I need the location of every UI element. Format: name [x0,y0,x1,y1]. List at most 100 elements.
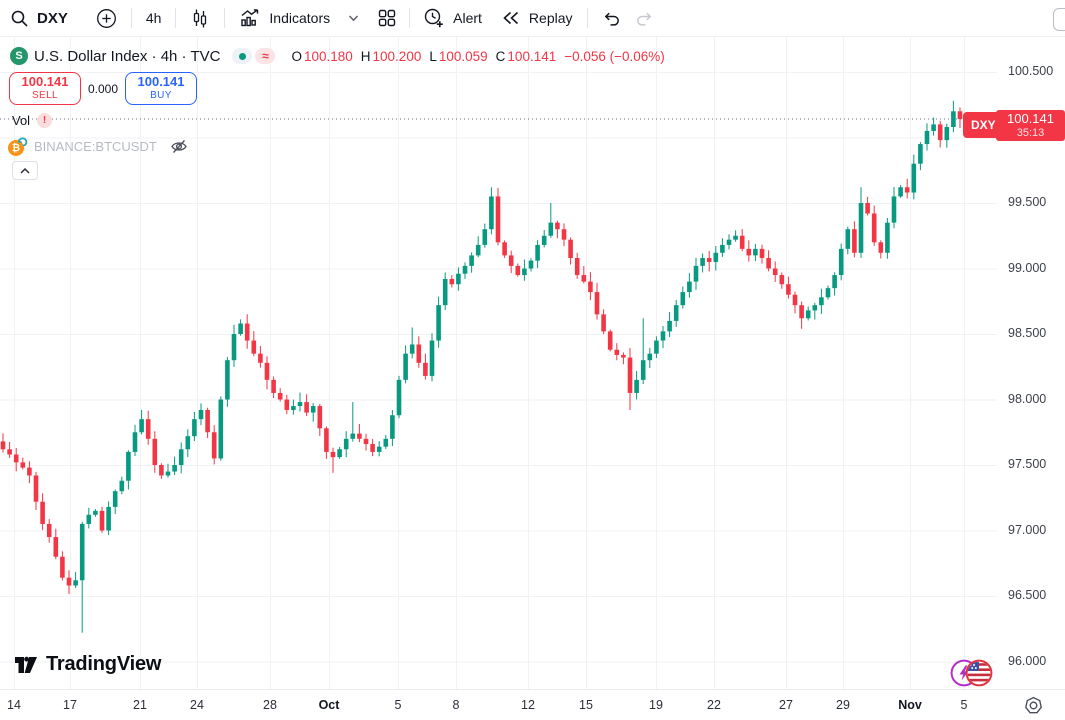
bitcoin-icon: ₿ [8,137,27,156]
alert-clock-icon [422,7,445,29]
volume-study-row[interactable]: Vol ! [12,113,52,128]
alert-label: Alert [453,10,482,26]
open-label: O [291,49,302,64]
compare-arrow-icon [17,135,28,146]
redo-button[interactable] [635,0,654,36]
alert-button[interactable]: Alert [422,0,482,36]
toolbar-divider [131,8,132,28]
time-axis-label: 15 [579,690,593,720]
toolbar-divider [587,8,588,28]
replay-icon [500,8,521,28]
time-axis-label: 29 [836,690,850,720]
change-value: −0.056 (−0.06%) [564,49,665,64]
indicators-icon [239,8,261,28]
last-price-value: 100.141 [1007,112,1054,126]
trade-panel: 100.141 SELL 0.000 100.141 BUY [9,72,197,105]
volume-warning-icon[interactable]: ! [37,113,52,128]
candles-style-icon [190,8,210,29]
price-axis-label: 100.500 [1008,64,1053,78]
volume-label: Vol [12,113,30,128]
hidden-symbol-row[interactable]: ₿ BINANCE:BTCUSDT [8,137,188,156]
symbol-search-button[interactable]: DXY [10,0,68,36]
symbol-name: DXY [37,10,68,27]
symbol-title[interactable]: U.S. Dollar Index · 4h · TVC [34,48,220,65]
high-label: H [361,49,371,64]
market-status-pill[interactable] [232,48,252,64]
close-value: 100.141 [507,49,556,64]
price-axis-label: 97.000 [1008,523,1046,537]
time-axis-label: 21 [133,690,147,720]
sell-label: SELL [32,90,58,102]
price-axis-label: 96.000 [1008,654,1046,668]
collapse-legend-button[interactable] [12,161,38,180]
buy-label: BUY [150,90,172,102]
low-value: 100.059 [439,49,488,64]
add-symbol-button[interactable] [96,0,117,36]
approx-icon: ≈ [262,49,269,63]
price-axis-label: 99.500 [1008,195,1046,209]
last-price-label: 100.141 35:13 [996,110,1065,141]
time-axis-label: Oct [319,690,340,720]
timezone-settings-icon[interactable] [1024,696,1043,715]
toolbar-right-partial-button[interactable] [1053,8,1065,31]
event-markers[interactable] [950,659,994,688]
time-axis-label: 5 [961,690,968,720]
chart-style-button[interactable] [190,0,210,36]
time-axis-label: 22 [707,690,721,720]
tradingview-logo[interactable]: TradingView [13,651,161,677]
time-axis-label: 27 [779,690,793,720]
undo-icon [602,9,621,27]
price-axis-label: 98.000 [1008,392,1046,406]
indicator-templates-button[interactable] [346,0,361,36]
replay-button[interactable]: Replay [500,0,573,36]
chevron-up-icon [19,167,31,175]
indicators-button[interactable]: Indicators [239,0,330,36]
top-toolbar: DXY 4h Indicators [0,0,1065,37]
plus-circle-icon [96,8,117,29]
time-axis-label: 12 [521,690,535,720]
us-flag-event-icon[interactable] [965,659,993,687]
layout-grid-button[interactable] [377,0,397,36]
hidden-symbol-label: BINANCE:BTCUSDT [34,139,157,154]
undo-button[interactable] [602,0,621,36]
time-axis-label: 19 [649,690,663,720]
close-label: C [496,49,506,64]
sell-price: 100.141 [22,75,69,90]
toolbar-divider [175,8,176,28]
low-label: L [429,49,437,64]
market-open-dot-icon [239,53,246,60]
high-value: 100.200 [373,49,422,64]
eye-off-icon[interactable] [170,138,188,155]
grid-layout-icon [377,8,397,28]
toolbar-divider [409,8,410,28]
time-axis[interactable]: 1417212428Oct58121519222729Nov5 [0,689,1065,720]
time-axis-label: 24 [190,690,204,720]
price-axis-label: 97.500 [1008,457,1046,471]
chart-legend: S U.S. Dollar Index · 4h · TVC ≈ O100.18… [10,47,665,65]
data-source-logo-icon: S [10,47,28,65]
open-value: 100.180 [304,49,353,64]
search-icon [10,9,29,28]
redo-icon [635,9,654,27]
time-axis-label: 8 [453,690,460,720]
buy-button[interactable]: 100.141 BUY [125,72,197,105]
tradingview-chart-app: DXY 4h Indicators [0,0,1065,720]
toolbar-divider [224,8,225,28]
ohlc-values: O100.180 H100.200 L100.059 C100.141 −0.0… [291,49,664,64]
time-axis-label: 5 [395,690,402,720]
bar-countdown: 35:13 [1017,127,1045,139]
indicators-label: Indicators [269,10,330,26]
candlestick-chart[interactable] [0,0,1065,720]
buy-price: 100.141 [138,75,185,90]
interval-button[interactable]: 4h [146,0,162,36]
time-axis-label: 14 [7,690,21,720]
spread-value: 0.000 [81,82,125,96]
sell-button[interactable]: 100.141 SELL [9,72,81,105]
interval-label: 4h [146,10,162,26]
price-axis-label: 99.000 [1008,261,1046,275]
approx-price-pill[interactable]: ≈ [255,48,275,64]
tradingview-mark-icon [13,651,39,677]
chevron-down-icon [346,11,361,25]
time-axis-label: 17 [63,690,77,720]
price-axis-label: 96.500 [1008,588,1046,602]
